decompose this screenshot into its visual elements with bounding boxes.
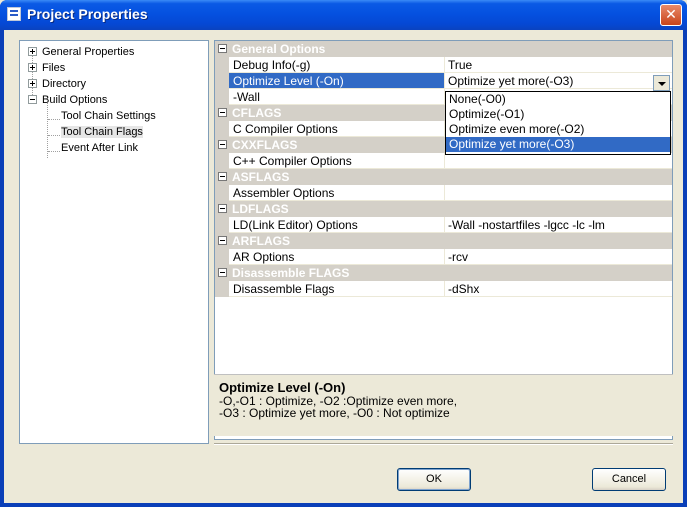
prop-name: C++ Compiler Options: [229, 153, 445, 169]
prop-name: LD(Link Editor) Options: [229, 217, 445, 233]
category-label: CFLAGS: [232, 106, 282, 120]
property-description-panel: Optimize Level (-On) -O,-O1 : Optimize, …: [214, 374, 673, 436]
window-title: Project Properties: [27, 6, 148, 22]
prop-row-assembler-options[interactable]: Assembler Options: [215, 185, 672, 201]
tree-item-label: Tool Chain Settings: [61, 110, 156, 122]
expand-plus-icon[interactable]: [28, 47, 37, 56]
options-tree[interactable]: General Properties Files Directory Build…: [19, 40, 209, 444]
category-disassemble-flags[interactable]: Disassemble FLAGS: [215, 265, 672, 281]
category-label: CXXFLAGS: [232, 138, 298, 152]
tree-item-label: Directory: [42, 78, 87, 90]
project-properties-window: Project Properties ✕ General Properties …: [0, 0, 687, 507]
prop-name: Assembler Options: [229, 185, 445, 201]
tree-item-tool-chain-settings[interactable]: Tool Chain Settings: [61, 108, 156, 124]
category-label: Disassemble FLAGS: [232, 266, 350, 280]
tree-item-label: General Properties: [42, 46, 135, 58]
tree-item-label: Tool Chain Flags: [61, 126, 143, 138]
prop-value[interactable]: [445, 185, 672, 201]
prop-name: Optimize Level (-On): [229, 73, 445, 89]
dropdown-arrow-icon[interactable]: [653, 75, 670, 91]
category-asflags[interactable]: ASFLAGS: [215, 169, 672, 185]
close-icon[interactable]: ✕: [660, 4, 682, 26]
category-arflags[interactable]: ARFLAGS: [215, 233, 672, 249]
description-title: Optimize Level (-On): [219, 380, 346, 395]
category-ldflags[interactable]: LDFLAGS: [215, 201, 672, 217]
collapse-minus-icon[interactable]: [218, 140, 227, 149]
category-label: LDFLAGS: [232, 202, 289, 216]
category-label: ASFLAGS: [232, 170, 290, 184]
tree-item-label: Build Options: [42, 94, 108, 106]
dropdown-option-o1[interactable]: Optimize(-O1): [446, 107, 670, 122]
category-general-options[interactable]: General Options: [215, 41, 672, 57]
prop-value[interactable]: -dShx: [445, 281, 672, 297]
collapse-minus-icon[interactable]: [218, 108, 227, 117]
collapse-minus-icon[interactable]: [218, 204, 227, 213]
prop-row-cpp-compiler-options[interactable]: C++ Compiler Options: [215, 153, 672, 169]
prop-name: Disassemble Flags: [229, 281, 445, 297]
prop-value[interactable]: [445, 153, 672, 169]
prop-row-ar-options[interactable]: AR Options -rcv: [215, 249, 672, 265]
collapse-minus-icon[interactable]: [218, 236, 227, 245]
category-label: ARFLAGS: [232, 234, 290, 248]
category-label: General Options: [232, 42, 326, 56]
dialog-client-area: General Properties Files Directory Build…: [4, 30, 683, 503]
tree-item-tool-chain-flags[interactable]: Tool Chain Flags: [61, 124, 143, 140]
prop-value-combo[interactable]: Optimize yet more(-O3): [445, 73, 672, 89]
dropdown-option-o2[interactable]: Optimize even more(-O2): [446, 122, 670, 137]
dropdown-option-o0[interactable]: None(-O0): [446, 92, 670, 107]
tree-item-label: Files: [42, 62, 66, 74]
dropdown-option-o3[interactable]: Optimize yet more(-O3): [446, 137, 670, 152]
prop-row-optimize-level[interactable]: Optimize Level (-On) Optimize yet more(-…: [215, 73, 672, 89]
optimize-level-dropdown-list[interactable]: None(-O0) Optimize(-O1) Optimize even mo…: [445, 91, 671, 155]
collapse-minus-icon[interactable]: [218, 44, 227, 53]
collapse-minus-icon[interactable]: [218, 172, 227, 181]
prop-row-disassemble-flags[interactable]: Disassemble Flags -dShx: [215, 281, 672, 297]
collapse-minus-icon[interactable]: [218, 268, 227, 277]
tree-item-event-after-link[interactable]: Event After Link: [61, 140, 138, 156]
separator: [214, 443, 673, 445]
expand-plus-icon[interactable]: [28, 63, 37, 72]
collapse-minus-icon[interactable]: [28, 95, 37, 104]
prop-name: -Wall: [229, 89, 445, 105]
prop-row-ld-options[interactable]: LD(Link Editor) Options -Wall -nostartfi…: [215, 217, 672, 233]
prop-name: AR Options: [229, 249, 445, 265]
description-line: -O3 : Optimize yet more, -O0 : Not optim…: [219, 406, 450, 420]
prop-value[interactable]: -Wall -nostartfiles -lgcc -lc -lm: [445, 217, 672, 233]
prop-value[interactable]: -rcv: [445, 249, 672, 265]
prop-name: Debug Info(-g): [229, 57, 445, 73]
prop-name: C Compiler Options: [229, 121, 445, 137]
expand-plus-icon[interactable]: [28, 79, 37, 88]
prop-row-debug-info[interactable]: Debug Info(-g) True: [215, 57, 672, 73]
cancel-button[interactable]: Cancel: [592, 468, 666, 491]
ok-button[interactable]: OK: [397, 468, 471, 491]
prop-value[interactable]: True: [445, 57, 672, 73]
title-bar[interactable]: Project Properties ✕: [0, 0, 687, 30]
tree-item-label: Event After Link: [61, 142, 139, 154]
window-app-icon: [7, 7, 21, 21]
